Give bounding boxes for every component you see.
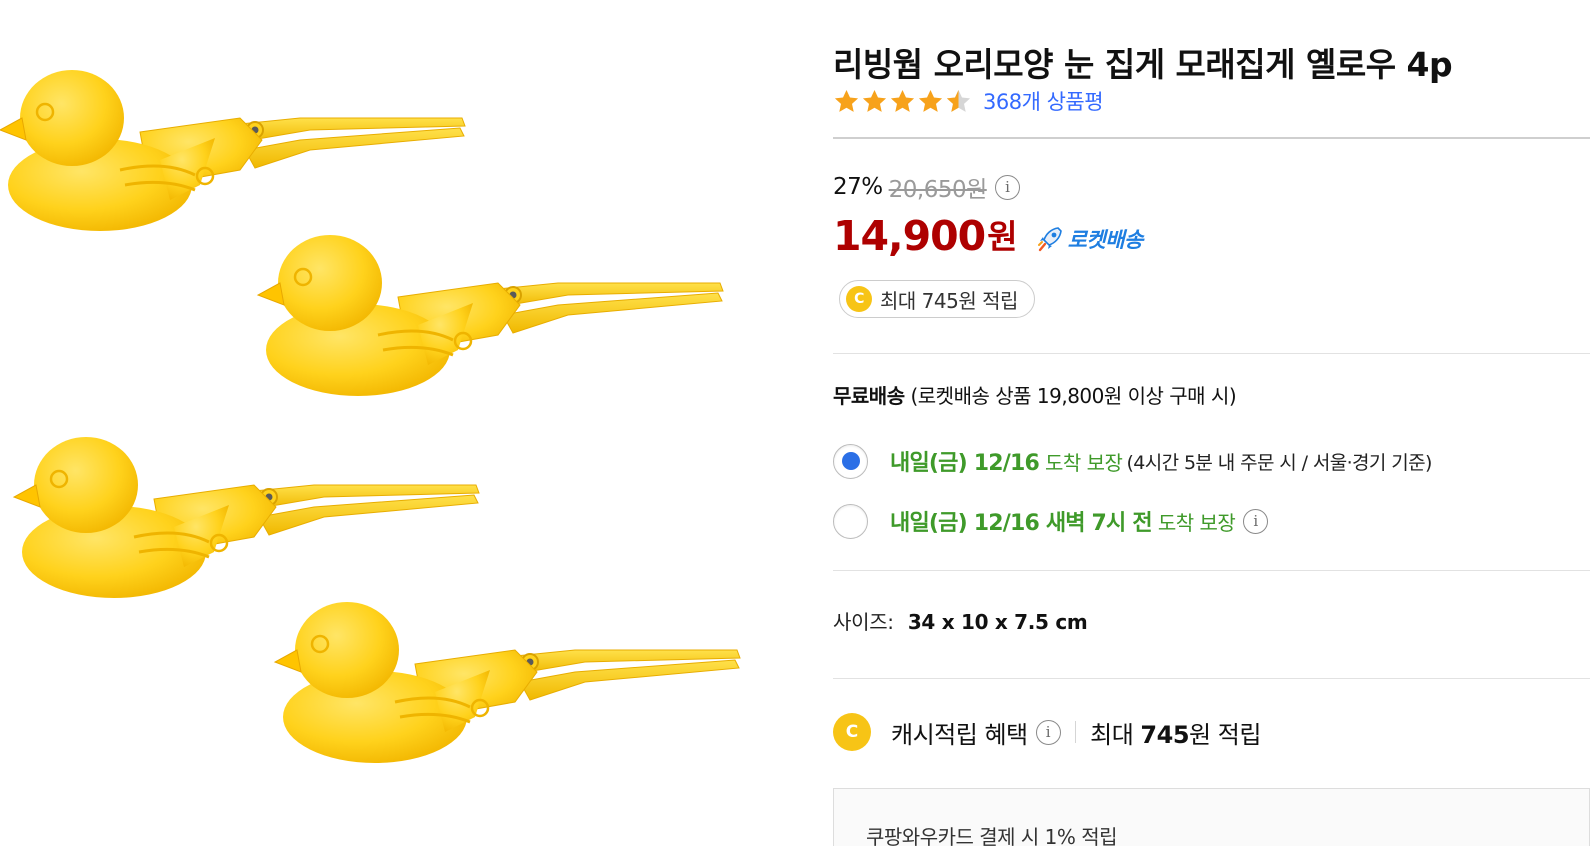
radio-dot — [841, 452, 860, 470]
size-divider — [833, 678, 1590, 679]
price-divider — [833, 353, 1590, 354]
arrival-date: 내일(금) 12/16 새벽 7시 전 — [890, 511, 1153, 536]
order-deadline-note: (4시간 5분 내 주문 시 / 서울·경기 기준) — [1126, 451, 1432, 474]
radio-button-selected[interactable] — [833, 443, 868, 479]
cash-benefit-amount: 745 — [1140, 720, 1190, 749]
coin-icon: C — [833, 713, 871, 751]
free-shipping-condition: (로켓배송 상품 19,800원 이상 구매 시) — [910, 384, 1237, 408]
free-shipping-info: 무료배송 (로켓배송 상품 19,800원 이상 구매 시) — [833, 380, 1237, 409]
rocket-icon — [1037, 227, 1062, 252]
delivery-option-1[interactable]: 내일(금) 12/16 도착 보장 (4시간 5분 내 주문 시 / 서울·경기… — [833, 441, 1432, 481]
star-full-icon — [834, 89, 859, 112]
coin-icon: C — [846, 286, 872, 312]
size-value: 34 x 10 x 7.5 cm — [907, 610, 1088, 634]
star-full-icon — [918, 89, 943, 112]
cash-benefit-prefix: 최대 — [1090, 720, 1134, 749]
cash-benefit-suffix: 원 적립 — [1189, 720, 1261, 749]
size-info: 사이즈: 34 x 10 x 7.5 cm — [833, 606, 1088, 635]
rocket-delivery-label: 로켓배송 — [1067, 228, 1144, 252]
cash-benefit-value: 최대 745원 적립 — [1090, 715, 1261, 750]
star-full-icon — [890, 89, 915, 112]
original-price: 20,650원 — [888, 177, 988, 203]
star-full-icon — [862, 89, 887, 112]
info-icon[interactable]: i — [1243, 508, 1269, 534]
discount-rate: 27% — [833, 174, 883, 200]
original-price-row: 27% 20,650원 i — [833, 170, 1020, 204]
card-benefit-box: 쿠팡와우카드 결제 시 1% 적립 — [833, 788, 1590, 846]
sale-price: 14,900 — [833, 212, 986, 260]
rocket-delivery-badge: 로켓배송 — [1036, 224, 1143, 254]
cash-benefit-row: C 캐시적립 혜택 i 최대 745원 적립 — [833, 712, 1261, 752]
arrival-guarantee: 도착 보장 — [1157, 510, 1236, 535]
rating-row: 368개 상품평 — [833, 84, 1104, 118]
info-icon[interactable]: i — [994, 174, 1020, 200]
cash-reward-text: 최대 745원 적립 — [880, 288, 1018, 313]
product-info: 리빙웜 오리모양 눈 집게 모래집게 옐로우 4p 368개 상품평 27% 2… — [833, 0, 1590, 846]
radio-button[interactable] — [833, 503, 868, 539]
duck-snowball-maker-icon — [0, 68, 742, 765]
cash-reward-pill[interactable]: C 최대 745원 적립 — [839, 280, 1035, 318]
separator — [1074, 721, 1077, 743]
cash-benefit-label: 캐시적립 혜택 — [891, 720, 1028, 749]
product-page: 리빙웜 오리모양 눈 집게 모래집게 옐로우 4p 368개 상품평 27% 2… — [0, 0, 1590, 846]
delivery-option-2[interactable]: 내일(금) 12/16 새벽 7시 전 도착 보장 i — [833, 501, 1269, 541]
card-benefit-text: 쿠팡와우카드 결제 시 1% 적립 — [866, 825, 1118, 846]
star-half-icon — [946, 89, 971, 112]
info-icon[interactable]: i — [1035, 719, 1061, 745]
product-title: 리빙웜 오리모양 눈 집게 모래집게 옐로우 4p — [833, 45, 1453, 84]
product-image[interactable] — [0, 0, 790, 846]
free-shipping-label: 무료배송 — [833, 384, 905, 408]
size-label: 사이즈: — [833, 610, 894, 634]
title-divider — [833, 137, 1590, 139]
star-rating — [833, 88, 973, 115]
sale-price-row: 14,900 원 로켓배송 — [833, 208, 1143, 260]
sale-price-unit: 원 — [987, 217, 1018, 256]
review-count-link[interactable]: 368개 상품평 — [983, 86, 1104, 116]
arrival-date: 내일(금) 12/16 — [890, 451, 1040, 476]
arrival-guarantee: 도착 보장 — [1044, 450, 1123, 475]
shipping-divider — [833, 570, 1590, 571]
